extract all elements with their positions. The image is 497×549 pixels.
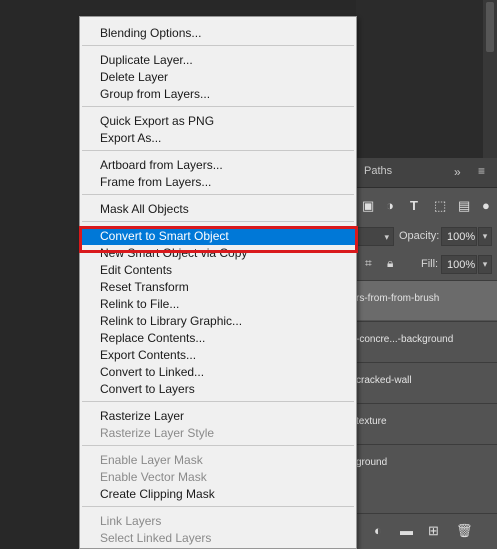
layer-filter-row: ▣ ◑ T ⬚ ▤ ●	[356, 196, 497, 220]
menu-item-link-layers: Link Layers	[100, 514, 162, 528]
menu-item-frame-from-layers[interactable]: Frame from Layers...	[80, 174, 356, 191]
fill-row: ⌗ 🔒︎ Fill: 100% ▾	[356, 254, 497, 276]
adjustment-layer-icon[interactable]: ◐	[374, 523, 382, 538]
menu-item-convert-to-linked[interactable]: Convert to Linked...	[80, 364, 356, 381]
fill-input[interactable]: 100%	[441, 255, 477, 274]
menu-separator	[82, 221, 354, 222]
fill-label: Fill:	[421, 258, 439, 270]
lock-position-icon[interactable]: ⌗	[365, 256, 372, 271]
menu-item-convert-to-smart-object[interactable]: Convert to Smart Object	[80, 228, 356, 245]
image-filter-icon[interactable]: ▣	[362, 198, 374, 214]
menu-item-group-from-layers[interactable]: Group from Layers...	[80, 86, 356, 103]
layer-row[interactable]: ground	[356, 444, 497, 484]
layer-row[interactable]: -concre...-background	[356, 321, 497, 361]
menu-item-mask-all-objects[interactable]: Mask All Objects	[80, 201, 356, 218]
menu-separator	[82, 150, 354, 151]
menu-item-duplicate-layer[interactable]: Duplicate Layer...	[80, 52, 356, 69]
filter-toggle-icon[interactable]: ●	[482, 198, 490, 213]
menu-item-enable-vector-mask: Enable Vector Mask	[100, 470, 207, 484]
menu-item-create-clipping-mask[interactable]: Create Clipping Mask	[80, 486, 356, 503]
layer-name: texture	[356, 416, 387, 427]
menu-item-rasterize-layer-style: Rasterize Layer Style	[100, 426, 215, 440]
layer-row[interactable]: cracked-wall	[356, 362, 497, 402]
layer-name: rs-from-from-brush	[356, 293, 440, 304]
opacity-input[interactable]: 100%	[441, 227, 477, 246]
opacity-label: Opacity:	[399, 230, 440, 242]
menu-separator	[82, 194, 354, 195]
tab-paths[interactable]: Paths	[364, 165, 392, 177]
new-layer-icon[interactable]: ⊞	[428, 523, 439, 539]
menu-separator	[82, 401, 354, 402]
menu-separator	[82, 106, 354, 107]
layer-name: cracked-wall	[356, 375, 412, 386]
menu-item-blending-options[interactable]: Blending Options...	[80, 25, 356, 42]
type-filter-icon[interactable]: T	[410, 198, 418, 213]
opacity-row: Opacity: 100% ▾	[356, 226, 497, 248]
menu-item-relink-to-library-graphic[interactable]: Relink to Library Graphic...	[80, 313, 356, 330]
menu-item-export-as[interactable]: Export As...	[80, 130, 356, 147]
layer-row[interactable]: rs-from-from-brush	[356, 280, 497, 320]
adjustment-filter-icon[interactable]: ◑	[386, 198, 394, 213]
menu-item-replace-contents[interactable]: Replace Contents...	[80, 330, 356, 347]
menu-item-convert-to-layers[interactable]: Convert to Layers	[80, 381, 356, 398]
menu-item-delete-layer[interactable]: Delete Layer	[80, 69, 356, 86]
lock-all-icon[interactable]: 🔒︎	[387, 256, 393, 271]
menu-separator	[82, 45, 354, 46]
menu-separator	[82, 445, 354, 446]
menu-item-new-smart-object-via-copy[interactable]: New Smart Object via Copy	[80, 245, 356, 262]
folder-icon[interactable]: ▬	[400, 523, 413, 538]
menu-item-reset-transform[interactable]: Reset Transform	[80, 279, 356, 296]
trash-icon[interactable]: 🗑︎	[456, 523, 473, 539]
menu-item-quick-export-as-png[interactable]: Quick Export as PNG	[80, 113, 356, 130]
menu-item-relink-to-file[interactable]: Relink to File...	[80, 296, 356, 313]
scrollbar-thumb[interactable]	[486, 2, 494, 52]
menu-item-edit-contents[interactable]: Edit Contents	[80, 262, 356, 279]
layer-name: ground	[356, 457, 388, 468]
menu-item-export-contents[interactable]: Export Contents...	[80, 347, 356, 364]
shape-filter-icon[interactable]: ⬚	[434, 198, 446, 214]
menu-item-artboard-from-layers[interactable]: Artboard from Layers...	[80, 157, 356, 174]
double-chevron-icon[interactable]: »	[454, 165, 461, 179]
menu-item-enable-layer-mask: Enable Layer Mask	[100, 453, 203, 467]
vertical-scrollbar[interactable]	[483, 0, 497, 158]
panel-bottom-toolbar: ◐ ▬ ⊞ 🗑︎	[356, 513, 497, 549]
fill-dropdown-icon[interactable]: ▾	[478, 255, 492, 274]
opacity-dropdown-icon[interactable]: ▾	[478, 227, 492, 246]
layer-row[interactable]: texture	[356, 403, 497, 443]
menu-item-rasterize-layer[interactable]: Rasterize Layer	[80, 408, 356, 425]
layers-panel: Paths » ≡ ▣ ◑ T ⬚ ▤ ● ▾ Opacity: 100% ▾ …	[356, 158, 497, 549]
smart-object-filter-icon[interactable]: ▤	[458, 198, 470, 214]
menu-item-select-linked-layers: Select Linked Layers	[100, 531, 212, 545]
context-menu: Blending Options... Duplicate Layer... Del…	[79, 16, 357, 549]
background-canvas-area	[356, 0, 497, 158]
menu-separator	[82, 506, 354, 507]
hamburger-menu-icon[interactable]: ≡	[478, 164, 485, 178]
panel-tab-bar: Paths » ≡	[356, 158, 497, 188]
layer-name: -concre...-background	[356, 334, 454, 345]
